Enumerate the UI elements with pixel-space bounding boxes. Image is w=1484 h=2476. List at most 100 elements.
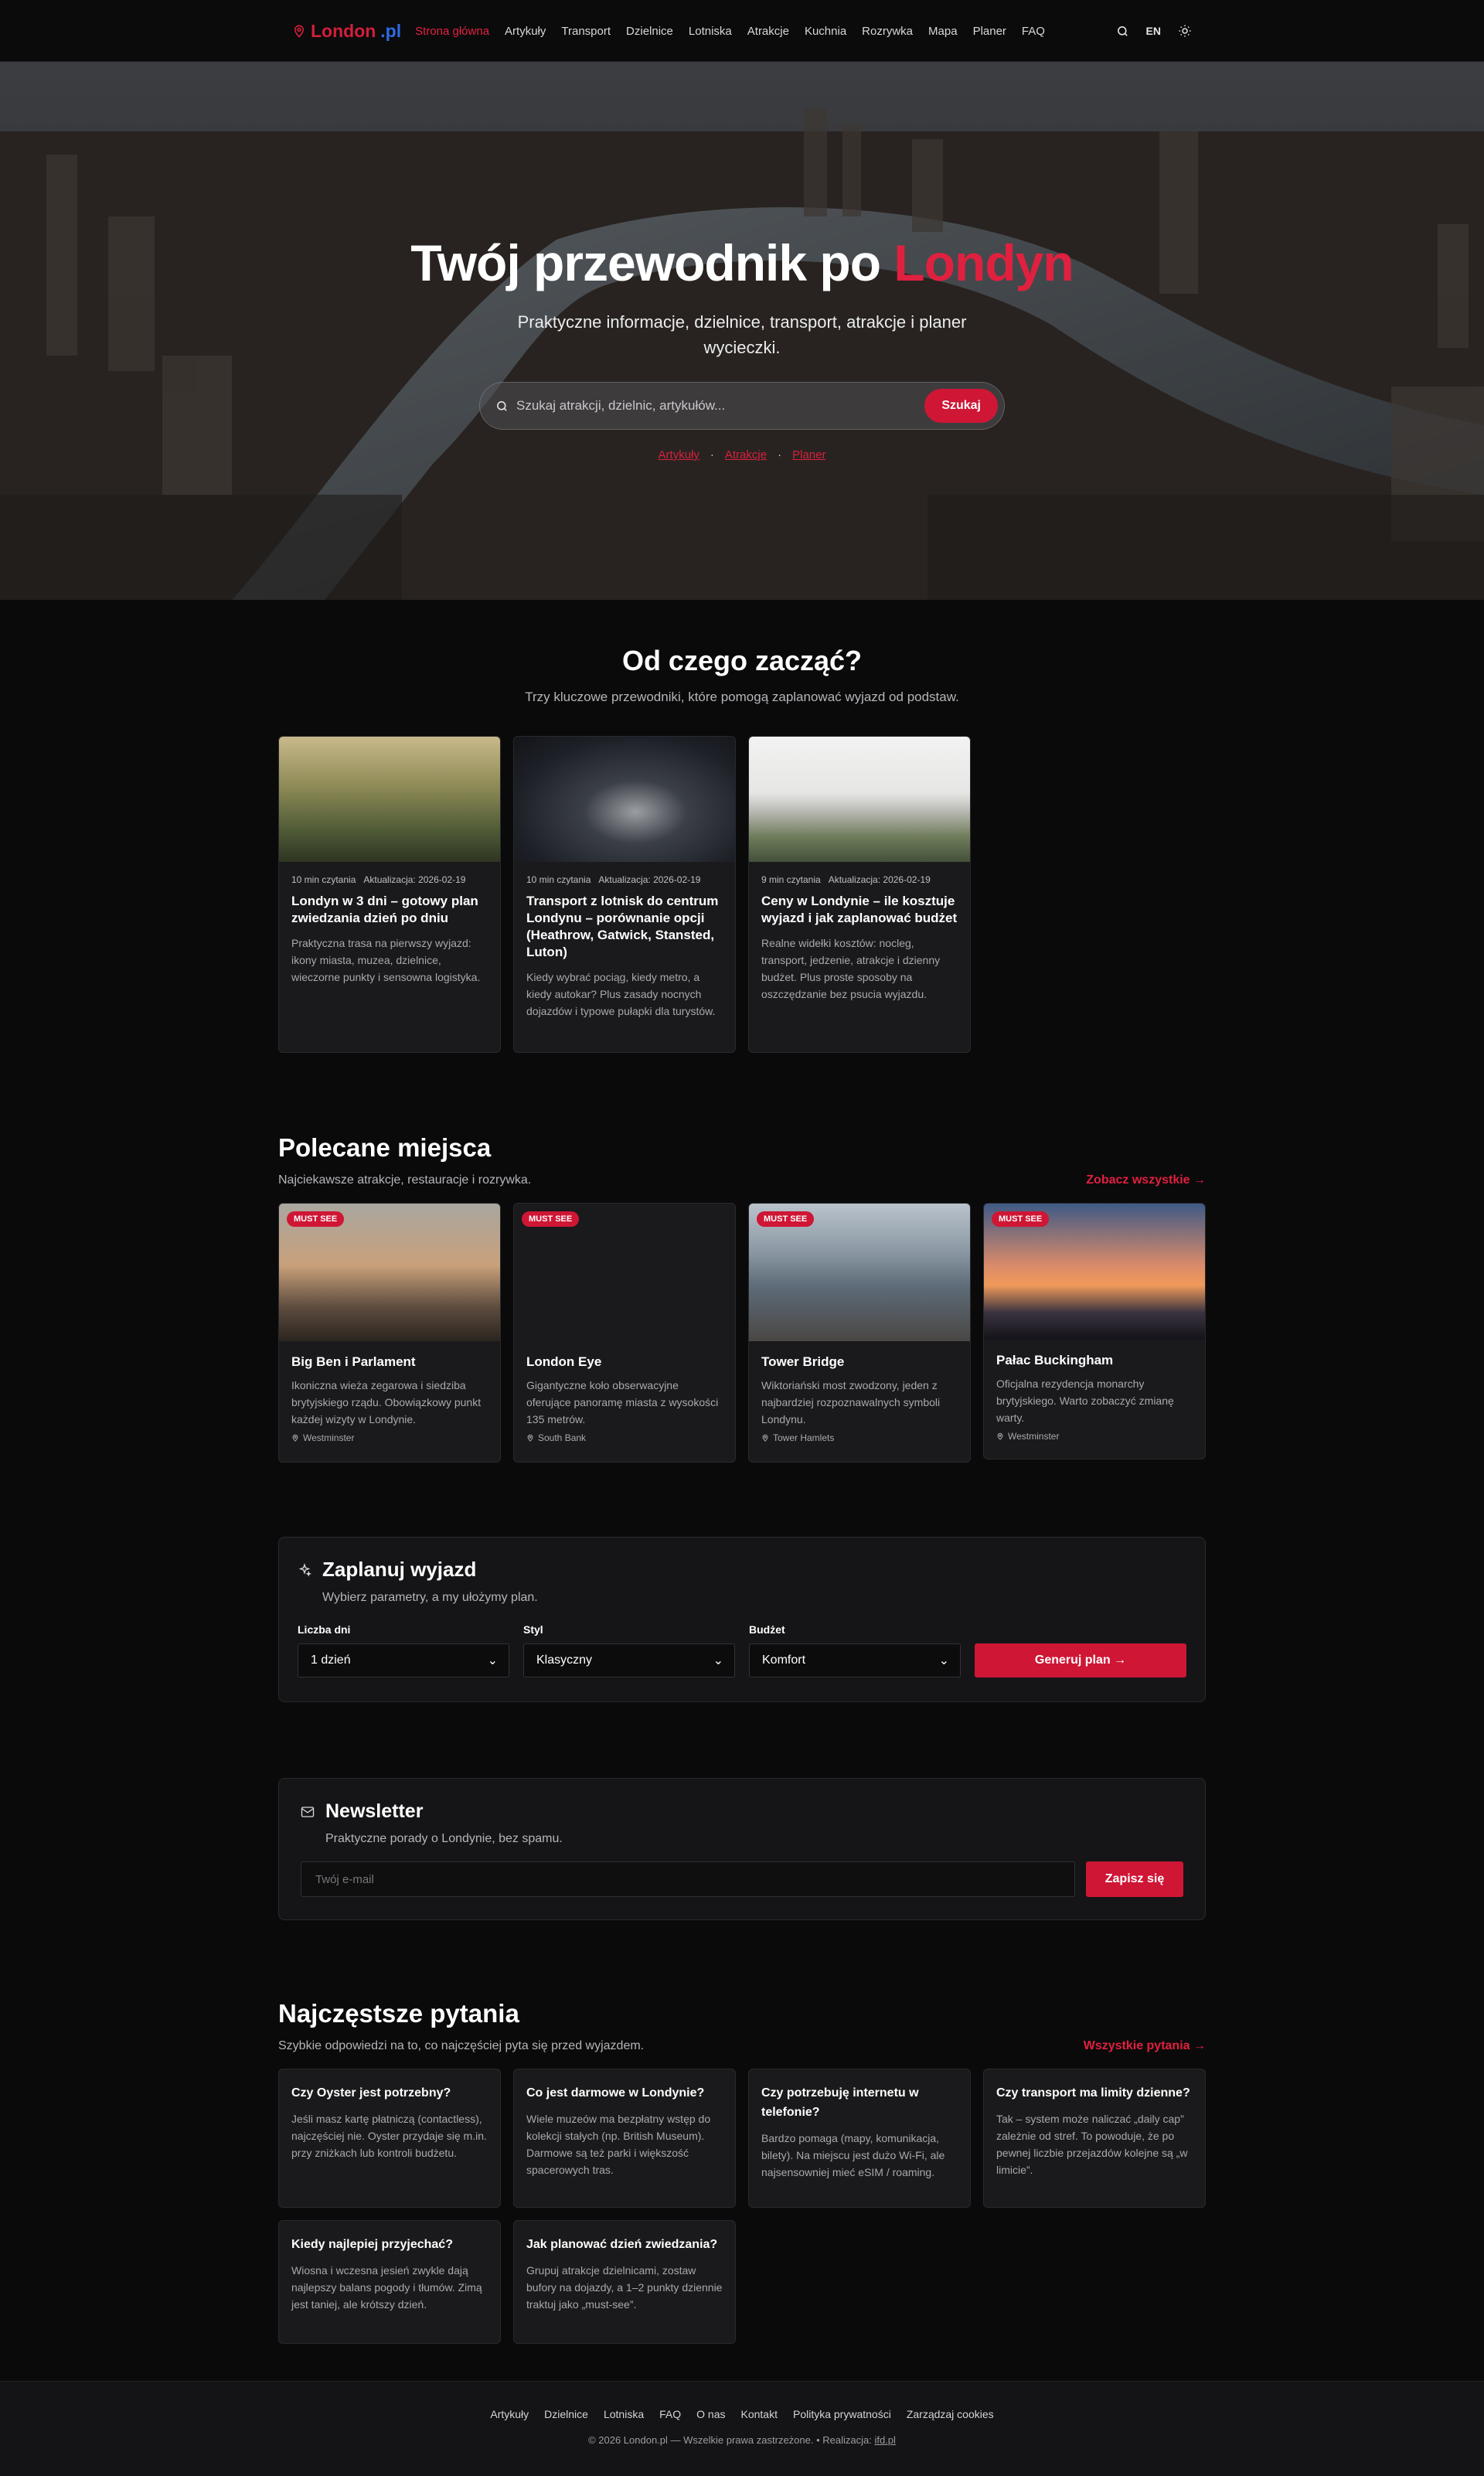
faq-question: Czy Oyster jest potrzebny?	[291, 2086, 451, 2100]
faq-question: Kiedy najlepiej przyjechać?	[291, 2238, 453, 2251]
place-title: Tower Bridge	[761, 1354, 845, 1369]
sun-icon[interactable]	[1178, 24, 1192, 38]
site-logo[interactable]: London .pl	[292, 21, 401, 42]
place-desc: Ikoniczna wieża zegarowa i siedziba bryt…	[291, 1379, 482, 1425]
faq-item[interactable]: Czy Oyster jest potrzebny? Jeśli masz kar…	[278, 2069, 501, 2208]
faq-list: Czy Oyster jest potrzebny? Jeśli masz kar…	[278, 2069, 1206, 2344]
footer-link-airports[interactable]: Lotniska	[604, 2408, 644, 2420]
nav-districts[interactable]: Dzielnice	[626, 25, 673, 38]
updated-date: Aktualizacja: 2026-02-19	[598, 874, 701, 885]
newsletter: Newsletter Praktyczne porady o Londynie,…	[278, 1778, 1206, 1920]
chevron-down-icon: ⌄	[938, 1654, 949, 1667]
place-image: MUST SEE	[749, 1204, 970, 1341]
nav-map[interactable]: Mapa	[928, 25, 958, 38]
section-title: Polecane miejsca	[278, 1133, 492, 1162]
guide-image	[514, 737, 735, 862]
planner-subtitle: Wybierz parametry, a my ułożymy plan.	[322, 1591, 538, 1604]
search-icon[interactable]	[1116, 25, 1129, 38]
faq-question: Czy potrzebuję internetu w telefonie?	[761, 2086, 919, 2119]
place-card[interactable]: MUST SEE Big Ben i Parlament Ikoniczna w…	[278, 1203, 501, 1463]
footer-links: Artykuły Dzielnice Lotniska FAQ O nas Ko…	[0, 2408, 1484, 2420]
faq-item[interactable]: Kiedy najlepiej przyjechać? Wiosna i wcze…	[278, 2220, 501, 2344]
search-input[interactable]	[509, 398, 925, 414]
email-field[interactable]: Twój e-mail	[301, 1861, 1075, 1897]
hero-content: Twój przewodnik po Londyn Praktyczne inf…	[0, 62, 1484, 461]
faq-item[interactable]: Czy transport ma limity dzienne? Tak – sy…	[983, 2069, 1206, 2208]
separator: ·	[710, 448, 714, 461]
footer-link-articles[interactable]: Artykuły	[490, 2408, 529, 2420]
nav-planner[interactable]: Planer	[973, 25, 1006, 38]
faq-item[interactable]: Jak planować dzień zwiedzania? Grupuj atr…	[513, 2220, 736, 2344]
language-switch[interactable]: EN	[1146, 25, 1161, 37]
newsletter-subtitle: Praktyczne porady o Londynie, bez spamu.	[325, 1832, 563, 1845]
faq-item[interactable]: Czy potrzebuję internetu w telefonie? Bar…	[748, 2069, 971, 2208]
place-card[interactable]: MUST SEE Tower Bridge Wiktoriański most …	[748, 1203, 971, 1463]
style-label: Styl	[523, 1623, 543, 1636]
place-card[interactable]: MUST SEE London Eye Gigantyczne koło obs…	[513, 1203, 736, 1463]
nav-articles[interactable]: Artykuły	[505, 25, 546, 38]
place-location: Tower Hamlets	[773, 1432, 835, 1443]
faq-answer: Jeśli masz kartę płatniczą (contactless)…	[291, 2113, 487, 2159]
guide-desc: Kiedy wybrać pociąg, kiedy metro, a kied…	[526, 971, 716, 1017]
budget-select[interactable]: Komfort ⌄	[749, 1643, 961, 1677]
faq-answer: Grupuj atrakcje dzielnicami, zostaw bufo…	[526, 2264, 723, 2311]
quick-link-planner[interactable]: Planer	[792, 448, 825, 461]
nav-faq[interactable]: FAQ	[1022, 25, 1045, 38]
footer-link-contact[interactable]: Kontakt	[741, 2408, 778, 2420]
nav-transport[interactable]: Transport	[561, 25, 611, 38]
place-desc: Oficjalna rezydencja monarchy brytyjskie…	[996, 1378, 1174, 1424]
places-section: Polecane miejsca Najciekawsze atrakcje, …	[278, 1133, 1206, 1463]
section-title: Najczęstsze pytania	[278, 1999, 519, 2028]
footer-link-faq[interactable]: FAQ	[659, 2408, 681, 2420]
place-location: Westminster	[1008, 1431, 1060, 1442]
place-image: MUST SEE	[514, 1204, 735, 1341]
trip-planner: Zaplanuj wyjazd Wybierz parametry, a my …	[278, 1537, 1206, 1702]
place-card[interactable]: MUST SEE Pałac Buckingham Oficjalna rezy…	[983, 1203, 1206, 1459]
nav-home[interactable]: Strona główna	[415, 25, 489, 38]
place-title: Pałac Buckingham	[996, 1353, 1114, 1367]
quick-link-articles[interactable]: Artykuły	[659, 448, 699, 461]
faq-section: Najczęstsze pytania Szybkie odpowiedzi n…	[278, 1999, 1206, 2344]
start-section: Od czego zacząć? Trzy kluczowe przewodni…	[278, 600, 1206, 1053]
nav-cuisine[interactable]: Kuchnia	[805, 25, 846, 38]
search-button[interactable]: Szukaj	[924, 389, 998, 423]
footer-link-privacy[interactable]: Polityka prywatności	[793, 2408, 891, 2420]
section-title: Od czego zacząć?	[621, 645, 863, 676]
guide-card[interactable]: 10 min czytania Aktualizacja: 2026-02-19 …	[513, 736, 736, 1053]
guide-card[interactable]: 10 min czytania Aktualizacja: 2026-02-19 …	[278, 736, 501, 1053]
nav-entertainment[interactable]: Rozrywka	[862, 25, 913, 38]
section-subtitle: Szybkie odpowiedzi na to, co najczęściej…	[278, 2039, 645, 2052]
updated-date: Aktualizacja: 2026-02-19	[363, 874, 466, 885]
generate-plan-button[interactable]: Generuj plan →	[975, 1643, 1186, 1677]
footer-link-about[interactable]: O nas	[696, 2408, 725, 2420]
nav-attractions[interactable]: Atrakcje	[747, 25, 789, 38]
quick-link-attractions[interactable]: Atrakcje	[725, 448, 767, 461]
credit-link[interactable]: ifd.pl	[874, 2434, 895, 2446]
footer-link-districts[interactable]: Dzielnice	[544, 2408, 588, 2420]
copyright: © 2026 London.pl — Wszelkie prawa zastrz…	[588, 2434, 896, 2446]
subscribe-button[interactable]: Zapisz się	[1086, 1861, 1183, 1897]
map-pin-icon	[762, 1434, 768, 1442]
nav-airports[interactable]: Lotniska	[689, 25, 732, 38]
footer-link-cookies[interactable]: Zarządzaj cookies	[907, 2408, 994, 2420]
read-time: 10 min czytania	[291, 874, 356, 885]
style-select[interactable]: Klasyczny ⌄	[523, 1643, 735, 1677]
main-menu: Strona główna Artykuły Transport Dzielni…	[415, 25, 1115, 38]
all-questions-link[interactable]: Wszystkie pytania →	[1084, 2039, 1206, 2053]
guide-list: 10 min czytania Aktualizacja: 2026-02-19 …	[278, 736, 1206, 1053]
faq-item[interactable]: Co jest darmowe w Londynie? Wiele muzeów …	[513, 2069, 736, 2208]
map-pin-icon	[294, 25, 305, 38]
map-pin-icon	[527, 1434, 533, 1442]
search-icon	[497, 400, 507, 411]
guide-title: Ceny w Londynie – ile kosztuje wyjazd i …	[761, 894, 958, 925]
place-list: MUST SEE Big Ben i Parlament Ikoniczna w…	[278, 1203, 1206, 1463]
guide-card[interactable]: 9 min czytania Aktualizacja: 2026-02-19 C…	[748, 736, 971, 1053]
place-location: South Bank	[538, 1432, 587, 1443]
faq-question: Co jest darmowe w Londynie?	[526, 2086, 705, 2100]
days-select[interactable]: 1 dzień ⌄	[298, 1643, 509, 1677]
chevron-down-icon: ⌄	[713, 1654, 723, 1667]
faq-answer: Bardzo pomaga (mapy, komunikacja, bilety…	[761, 2132, 945, 2178]
see-all-places-link[interactable]: Zobacz wszystkie →	[1086, 1173, 1206, 1187]
hero-search: Szukaj	[479, 382, 1005, 430]
hero: Twój przewodnik po Londyn Praktyczne inf…	[0, 62, 1484, 600]
